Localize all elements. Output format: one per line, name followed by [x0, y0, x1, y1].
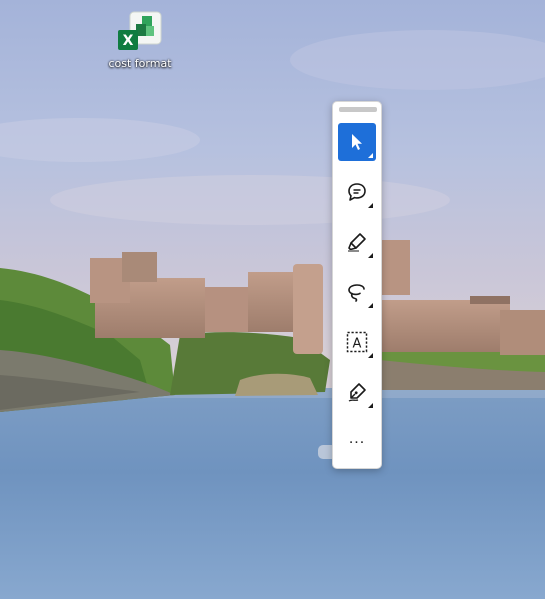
pen-tool-button[interactable]: [338, 373, 376, 411]
svg-text:A: A: [353, 337, 362, 352]
desktop-file-label: cost format: [108, 57, 172, 70]
excel-file-icon: X: [116, 10, 164, 54]
tool-options-indicator: [368, 203, 373, 208]
tool-options-indicator: [368, 353, 373, 358]
svg-text:X: X: [123, 33, 134, 49]
more-options-icon: ...: [348, 430, 366, 447]
desktop-file-cost-format[interactable]: X cost format: [104, 10, 176, 70]
text-tool-button[interactable]: A: [338, 323, 376, 361]
lasso-tool-button[interactable]: [338, 273, 376, 311]
highlight-tool-button[interactable]: [338, 223, 376, 261]
ink-toolbar: A ...: [332, 101, 382, 469]
select-tool-button[interactable]: [338, 123, 376, 161]
desktop: X cost format A ...: [0, 0, 545, 599]
tool-options-indicator: [368, 303, 373, 308]
comment-tool-button[interactable]: [338, 173, 376, 211]
speech-bubble-icon: [346, 181, 368, 203]
wallpaper-image: [0, 0, 545, 599]
highlighter-icon: [346, 231, 368, 253]
cursor-arrow-icon: [347, 132, 367, 152]
text-box-icon: A: [345, 330, 369, 354]
tool-options-indicator: [368, 403, 373, 408]
tool-options-indicator: [368, 253, 373, 258]
tool-options-indicator: [368, 153, 373, 158]
more-options-button[interactable]: ...: [338, 423, 376, 461]
pen-icon: [346, 381, 368, 403]
toolbar-drag-handle[interactable]: [339, 107, 377, 112]
lasso-icon: [345, 281, 369, 303]
